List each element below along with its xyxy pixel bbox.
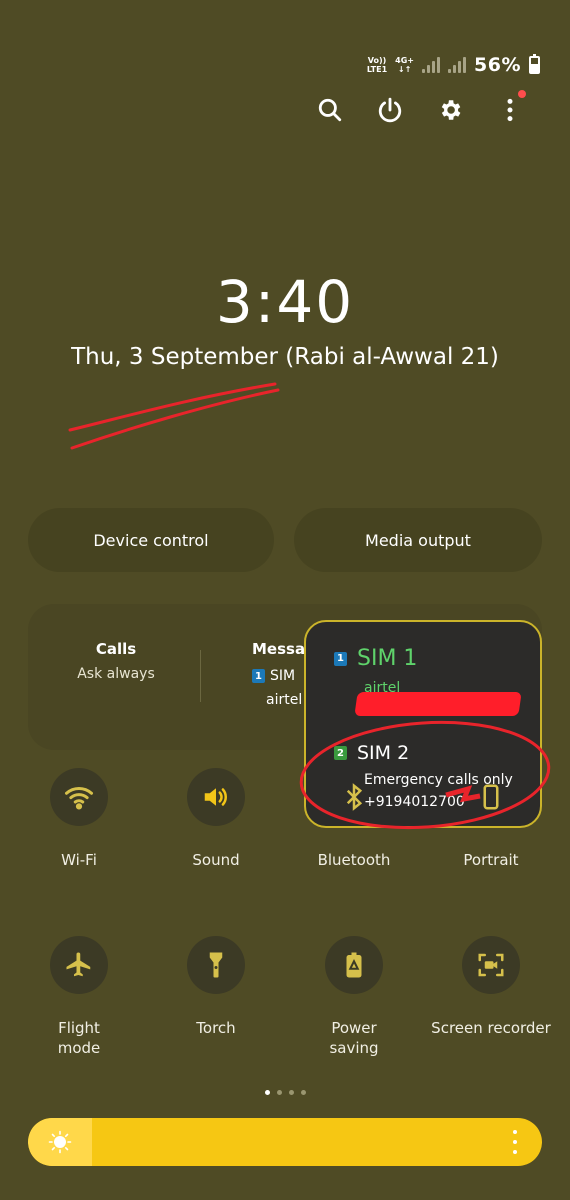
notification-dot (518, 90, 526, 98)
page-dot (288, 1090, 294, 1095)
more-options-button[interactable] (490, 90, 530, 130)
quick-panel-actions (300, 90, 540, 130)
clock-date: Thu, 3 September (Rabi al-Awwal 21) (71, 344, 499, 370)
sun-icon (48, 1130, 72, 1154)
tile-label: Portrait (463, 851, 519, 869)
tile-bluetooth[interactable]: Bluetooth (289, 768, 419, 870)
tile-label: Screen recorder (431, 1019, 551, 1037)
tile-sound[interactable]: Sound (151, 768, 281, 870)
page-dot (300, 1090, 306, 1095)
media-output-label: Media output (365, 530, 471, 550)
sim1-option[interactable]: 1 SIM 1 (334, 646, 417, 671)
sim1-badge-icon: 1 (334, 651, 347, 666)
media-output-button[interactable]: Media output (294, 508, 542, 572)
battery-saver-icon (346, 952, 362, 978)
page-dot (276, 1090, 282, 1095)
calls-title: Calls (95, 640, 137, 658)
tile-label: Wi-Fi (61, 851, 97, 869)
brightness-slider[interactable] (28, 1118, 542, 1166)
flashlight-icon (209, 952, 223, 978)
device-control-label: Device control (93, 530, 209, 550)
tile-portrait[interactable]: Portrait (426, 768, 556, 870)
status-bar: Vo)) LTE1 4G+ ↓↑ 56% (367, 52, 540, 78)
airplane-icon (66, 952, 91, 977)
gear-icon (441, 100, 461, 120)
screen-recorder-icon (478, 953, 504, 977)
speaker-icon (204, 788, 227, 806)
power-icon (378, 97, 402, 123)
more-vertical-icon (507, 98, 513, 122)
page-dot (264, 1090, 270, 1095)
volte-indicator: Vo)) LTE1 (366, 56, 388, 74)
tile-label: Bluetooth (317, 851, 391, 869)
wifi-icon (65, 786, 93, 810)
clock-time: 3:40 (215, 268, 355, 336)
settings-button[interactable] (430, 90, 470, 130)
tile-flight-mode[interactable]: Flight mode (14, 936, 144, 1058)
search-icon (318, 98, 342, 122)
battery-icon (529, 54, 540, 74)
signal-bars-sim1-icon (422, 57, 441, 73)
tile-label: Sound (192, 851, 240, 869)
divider (200, 650, 201, 702)
calls-value: Ask always (77, 666, 155, 682)
tile-screen-recorder[interactable]: Screen recorder (426, 936, 556, 1038)
page-indicator (0, 1090, 570, 1095)
search-button[interactable] (310, 90, 350, 130)
calls-sim-setting[interactable]: Calls Ask always (56, 640, 176, 682)
tile-label: Torch (196, 1019, 236, 1037)
tile-torch[interactable]: Torch (151, 936, 281, 1038)
portrait-icon (483, 784, 499, 810)
sim1-name: SIM 1 (357, 646, 418, 671)
bluetooth-icon (346, 783, 363, 811)
messages-sim-label: SIM (270, 668, 296, 684)
signal-bars-sim2-icon (448, 57, 467, 73)
network-indicator: 4G+ ↓↑ (395, 56, 415, 74)
battery-percent: 56% (474, 54, 521, 76)
tile-wifi[interactable]: Wi-Fi (14, 768, 144, 870)
brightness-more-button[interactable] (512, 1130, 518, 1154)
device-control-button[interactable]: Device control (28, 508, 274, 572)
tile-label: Flight mode (57, 1019, 101, 1057)
red-scribble-annotation (68, 382, 280, 450)
tile-label: Power saving (329, 1019, 379, 1057)
redaction-mark (354, 692, 522, 716)
brightness-handle[interactable] (28, 1118, 92, 1166)
sim1-badge-icon: 1 (252, 669, 265, 683)
power-button[interactable] (370, 90, 410, 130)
tile-power-saving[interactable]: Power saving (289, 936, 419, 1058)
